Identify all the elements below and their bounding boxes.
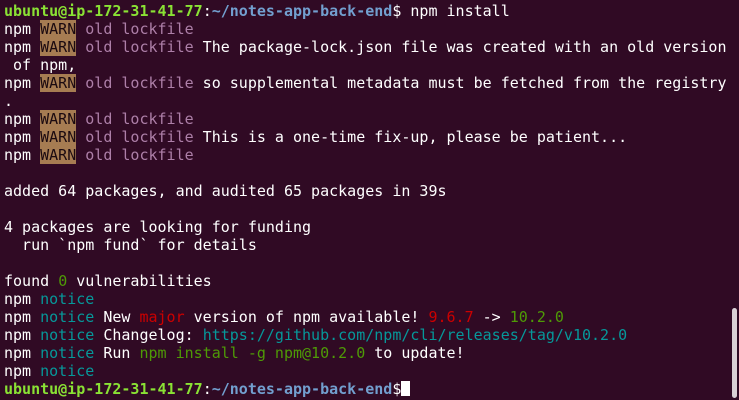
terminal-window[interactable]: ubuntu@ip-172-31-41-77:~/notes-app-back-… — [0, 0, 739, 400]
funding-line: 4 packages are looking for funding — [4, 218, 312, 236]
npm-prefix: npm — [4, 20, 32, 38]
old-version: 9.6.7 — [428, 308, 474, 326]
prompt-path: ~/notes-app-back-end — [211, 380, 393, 398]
notice-line: npm notice Changelog: https://github.com… — [4, 326, 730, 344]
wrap-line: of npm, — [4, 56, 77, 74]
scrollbar-thumb[interactable] — [732, 308, 737, 398]
warn-line: npm WARN old lockfile — [4, 110, 730, 128]
warn-tag: old lockfile — [85, 38, 194, 56]
warn-line: npm WARN old lockfile so supplemental me… — [4, 74, 730, 92]
warn-badge: WARN — [40, 38, 77, 56]
prompt-sep: : — [202, 2, 212, 20]
run-label: Run — [94, 344, 140, 362]
command-line: ubuntu@ip-172-31-41-77:~/notes-app-back-… — [4, 2, 730, 20]
warn-badge: WARN — [40, 128, 77, 146]
npm-prefix: npm — [4, 362, 32, 380]
warn-badge: WARN — [40, 74, 77, 92]
warn-line: npm WARN old lockfile This is a one-time… — [4, 128, 730, 146]
found-suffix: vulnerabilities — [67, 272, 212, 290]
found-prefix: found — [4, 272, 59, 290]
warn-badge: WARN — [40, 146, 77, 164]
added-summary: added 64 packages, and audited 65 packag… — [4, 182, 447, 200]
warn-tag: old lockfile — [85, 74, 194, 92]
prompt-path: ~/notes-app-back-end — [211, 2, 393, 20]
notice-line: npm notice New major version of npm avai… — [4, 308, 730, 326]
notice-line: npm notice — [4, 362, 730, 380]
scrollbar[interactable] — [731, 0, 737, 400]
prompt-symbol: $ — [392, 380, 402, 398]
update-command: npm install -g npm@10.2.0 — [139, 344, 366, 362]
funding-hint: run `npm fund` for details — [4, 236, 257, 254]
prompt-user: ubuntu@ip-172-31-41-77 — [4, 2, 203, 20]
npm-prefix: npm — [4, 344, 32, 362]
new-version: 10.2.0 — [509, 308, 564, 326]
npm-prefix: npm — [4, 110, 32, 128]
notice-tag: notice — [40, 290, 95, 308]
changelog-label: Changelog: — [94, 326, 203, 344]
vuln-count: 0 — [58, 272, 68, 290]
arrow-text: -> — [473, 308, 510, 326]
notice-line: npm notice — [4, 290, 730, 308]
major-label: major — [139, 308, 185, 326]
warn-tag: old lockfile — [85, 128, 194, 146]
warn-tag: old lockfile — [85, 146, 194, 164]
npm-prefix: npm — [4, 38, 32, 56]
changelog-link[interactable]: https://github.com/npm/cli/releases/tag/… — [203, 326, 627, 344]
npm-prefix: npm — [4, 74, 32, 92]
npm-prefix: npm — [4, 290, 32, 308]
warn-line: npm WARN old lockfile — [4, 146, 730, 164]
text-cursor — [401, 381, 411, 396]
npm-prefix: npm — [4, 128, 32, 146]
warn-line: npm WARN old lockfile — [4, 20, 730, 38]
npm-prefix: npm — [4, 326, 32, 344]
notice-text: version of npm available! — [184, 308, 429, 326]
prompt-user: ubuntu@ip-172-31-41-77 — [4, 380, 203, 398]
warn-line: npm WARN old lockfile The package-lock.j… — [4, 38, 730, 56]
warn-badge: WARN — [40, 20, 77, 38]
warn-tag: old lockfile — [85, 110, 194, 128]
prompt-line[interactable]: ubuntu@ip-172-31-41-77:~/notes-app-back-… — [4, 380, 730, 398]
run-suffix: to update! — [365, 344, 465, 362]
prompt-sep: : — [202, 380, 212, 398]
npm-prefix: npm — [4, 308, 32, 326]
notice-tag: notice — [40, 362, 95, 380]
notice-text: New — [94, 308, 140, 326]
wrap-line: . — [4, 92, 14, 110]
warn-message: The package-lock.json file was created w… — [193, 38, 727, 56]
audit-result: found 0 vulnerabilities — [4, 272, 730, 290]
notice-tag: notice — [40, 326, 95, 344]
notice-tag: notice — [40, 308, 95, 326]
terminal-output: ubuntu@ip-172-31-41-77:~/notes-app-back-… — [4, 2, 730, 398]
command-text: npm install — [401, 2, 510, 20]
notice-line: npm notice Run npm install -g npm@10.2.0… — [4, 344, 730, 362]
npm-prefix: npm — [4, 146, 32, 164]
notice-tag: notice — [40, 344, 95, 362]
warn-tag: old lockfile — [85, 20, 194, 38]
warn-message: This is a one-time fix-up, please be pat… — [193, 128, 628, 146]
warn-message: so supplemental metadata must be fetched… — [193, 74, 727, 92]
warn-badge: WARN — [40, 110, 77, 128]
